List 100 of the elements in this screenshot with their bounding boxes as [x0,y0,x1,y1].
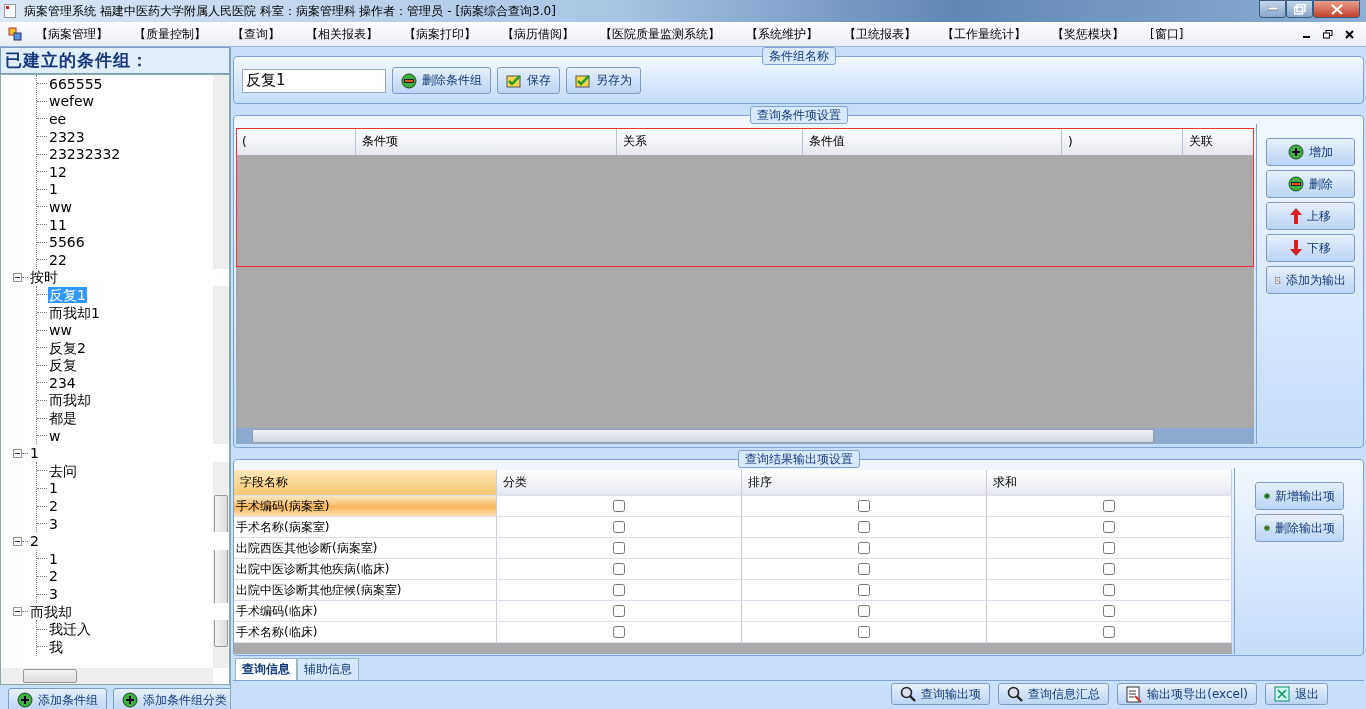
tree-item[interactable]: ww [48,322,73,339]
action-button[interactable]: 删除 [1265,170,1355,198]
menu-item[interactable]: 【病案打印】 [404,25,476,43]
tree-item[interactable]: 3 [48,586,59,602]
column-header[interactable]: 关系 [617,128,803,155]
collapse-icon[interactable] [13,448,22,458]
checkbox[interactable] [1103,500,1115,512]
tree-item[interactable]: 12 [48,163,68,180]
tree-item[interactable]: 2323 [48,128,86,145]
collapse-icon[interactable] [13,607,22,617]
collapse-icon[interactable] [13,272,22,282]
tree-item[interactable]: 665555 [48,75,104,92]
tree-item[interactable]: 234 [48,374,77,391]
tree-item[interactable]: 反复 [48,357,78,374]
tree-item[interactable]: 1 [48,550,59,567]
checkbox[interactable] [613,521,625,533]
action-button[interactable]: 查询输出项 [891,683,991,705]
tree-item[interactable]: 去问 [48,462,78,479]
tree-item[interactable]: 2 [48,498,59,515]
checkbox[interactable] [858,605,870,617]
checkbox[interactable] [613,500,625,512]
column-header[interactable]: 排序 [742,470,987,495]
tree-item[interactable]: 按时 [29,269,59,286]
tree-item[interactable]: 23232332 [48,146,122,163]
checkbox[interactable] [858,626,870,638]
tree-item[interactable]: 22 [48,251,68,268]
tree-item[interactable]: 都是 [48,410,78,427]
tree-item[interactable]: 1 [48,181,59,198]
action-button[interactable]: 输出项导出(excel) [1117,683,1257,705]
menu-item[interactable]: 【查询】 [232,25,280,43]
tree-item[interactable]: 而我却 [29,603,73,620]
checkbox[interactable] [1103,521,1115,533]
action-button[interactable]: 查询信息汇总 [998,683,1110,705]
checkbox[interactable] [858,521,870,533]
menu-item[interactable]: 【工作量统计】 [942,25,1026,43]
checkbox[interactable] [613,605,625,617]
tab[interactable]: 辅助信息 [297,658,359,680]
menu-item[interactable]: 【病历借阅】 [502,25,574,43]
tree-item[interactable]: 1 [29,445,40,462]
tree-item[interactable]: 2 [29,533,40,550]
close-icon[interactable] [1345,29,1354,39]
action-button[interactable]: 增加 [1265,138,1355,166]
action-button[interactable]: 添加条件组 [8,688,107,709]
action-button[interactable]: 删除条件组 [392,67,491,94]
action-button[interactable]: 下移 [1265,234,1355,262]
menu-item[interactable]: 【病案管理】 [36,25,108,43]
tree-item[interactable]: 我 [48,638,64,655]
scrollbar[interactable] [1,668,213,684]
tab[interactable]: 查询信息 [235,658,297,680]
action-button[interactable]: 上移 [1265,202,1355,230]
name-field[interactable]: 反复1 [242,68,386,93]
tree-item[interactable]: 3 [48,515,59,532]
checkbox[interactable] [1103,542,1115,554]
menu-item[interactable]: [窗口] [1150,25,1184,43]
exit-button[interactable]: 退出 [1265,683,1328,705]
column-header[interactable]: 条件项 [356,128,617,155]
checkbox[interactable] [1103,626,1115,638]
tree-item[interactable]: 我迁入 [48,621,92,638]
checkbox[interactable] [1103,563,1115,575]
menu-item[interactable]: 【相关报表】 [306,25,378,43]
checkbox[interactable] [1103,605,1115,617]
tree-item[interactable]: 5566 [48,234,86,251]
tree-item[interactable]: ww [48,198,73,215]
minimize-button[interactable] [1259,0,1286,18]
restore-button[interactable] [1286,0,1313,18]
restore-icon[interactable] [1323,29,1333,39]
column-header[interactable]: 字段名称 [234,470,497,495]
menu-item[interactable]: 【质量控制】 [134,25,206,43]
action-button[interactable]: 删除输出项 [1254,514,1344,542]
tree-item[interactable]: w [48,427,62,444]
close-button[interactable] [1313,0,1360,18]
checkbox[interactable] [1103,584,1115,596]
column-header[interactable]: 分类 [497,470,742,495]
action-button[interactable]: 添加为输出 [1265,266,1355,294]
tree-item[interactable]: 而我却 [48,392,92,409]
tree-item[interactable]: 1 [48,480,59,497]
checkbox[interactable] [858,500,870,512]
checkbox[interactable] [613,542,625,554]
checkbox[interactable] [613,584,625,596]
menu-item[interactable]: 【奖惩模块】 [1052,25,1124,43]
action-button[interactable]: 添加条件组分类 [113,688,230,709]
checkbox[interactable] [613,563,625,575]
scrollbar[interactable] [236,428,1254,444]
checkbox[interactable] [613,626,625,638]
column-header[interactable]: 条件值 [803,128,1062,155]
checkbox[interactable] [858,563,870,575]
tree-item[interactable]: 11 [48,216,68,233]
collapse-icon[interactable] [13,536,22,546]
action-button[interactable]: 另存为 [566,67,641,94]
column-header[interactable]: ( [236,128,356,155]
column-header[interactable]: 关联 [1183,128,1254,155]
menu-item[interactable]: 【系统维护】 [746,25,818,43]
action-button[interactable]: 新增输出项 [1254,482,1344,510]
action-button[interactable]: 保存 [497,67,560,94]
tree-item[interactable]: wefew [48,93,96,110]
checkbox[interactable] [858,542,870,554]
tree-item[interactable]: 而我却1 [48,304,101,321]
tree-item[interactable]: 2 [48,568,59,585]
column-header[interactable]: ) [1062,128,1183,155]
column-header[interactable]: 求和 [987,470,1232,495]
